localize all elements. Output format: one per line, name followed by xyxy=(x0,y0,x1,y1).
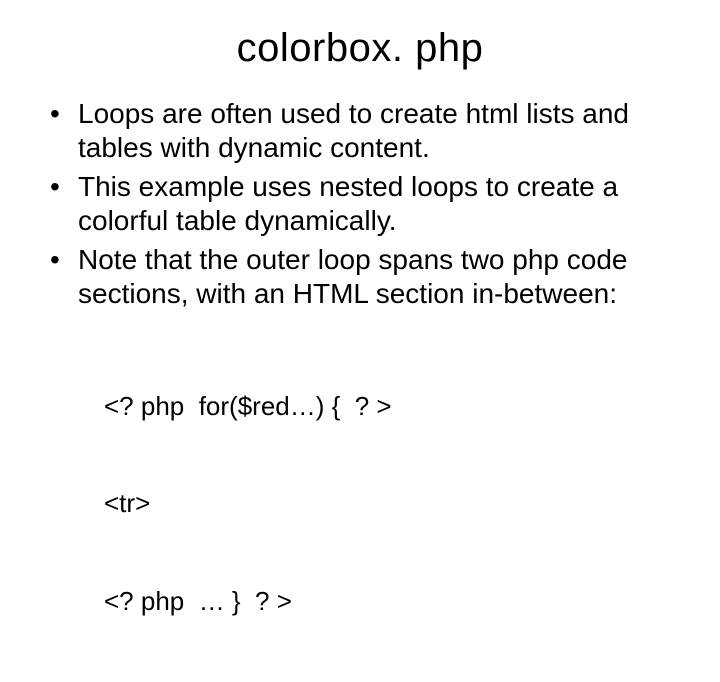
bullet-list: Loops are often used to create html list… xyxy=(40,97,680,311)
code-line: <tr> xyxy=(104,487,680,520)
list-item: Loops are often used to create html list… xyxy=(50,97,680,164)
list-item: This example uses nested loops to create… xyxy=(50,170,680,237)
slide: colorbox. php Loops are often used to cr… xyxy=(0,0,720,540)
code-block: <? php for($red…) { ? > <tr> <? php … } … xyxy=(104,325,680,682)
code-line: <? php for($red…) { ? > xyxy=(104,390,680,423)
list-item: Note that the outer loop spans two php c… xyxy=(50,243,680,310)
code-line: <? php … } ? > xyxy=(104,585,680,618)
page-title: colorbox. php xyxy=(40,26,680,71)
